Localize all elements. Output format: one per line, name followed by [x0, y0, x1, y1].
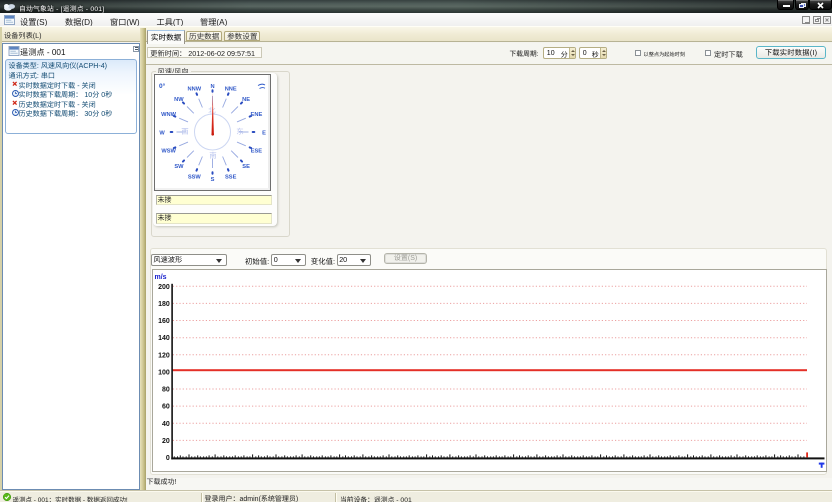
- svg-text:S: S: [211, 177, 215, 183]
- svg-text:NNW: NNW: [188, 87, 202, 93]
- svg-text:ESE: ESE: [251, 149, 263, 155]
- svg-text:20: 20: [162, 438, 170, 445]
- svg-text:WNW: WNW: [161, 112, 176, 118]
- svg-text:120: 120: [158, 352, 170, 359]
- svg-text:180: 180: [158, 301, 170, 308]
- svg-text:140: 140: [158, 335, 170, 342]
- svg-text:40: 40: [162, 420, 170, 427]
- svg-text:SE: SE: [242, 164, 250, 170]
- svg-text:NW: NW: [174, 97, 184, 103]
- svg-text:100: 100: [158, 369, 170, 376]
- svg-text:东: 东: [236, 127, 243, 136]
- svg-text:m/s: m/s: [155, 274, 167, 281]
- svg-text:0: 0: [166, 455, 170, 462]
- svg-text:60: 60: [162, 403, 170, 410]
- svg-text:160: 160: [158, 318, 170, 325]
- svg-text:E: E: [262, 130, 266, 136]
- svg-text:西: 西: [181, 127, 188, 136]
- svg-text:W: W: [159, 130, 165, 136]
- svg-text:WSW: WSW: [161, 149, 176, 155]
- svg-text:NE: NE: [242, 97, 250, 103]
- svg-text:NNE: NNE: [225, 87, 237, 93]
- svg-text:80: 80: [162, 386, 170, 393]
- svg-text:N: N: [210, 84, 214, 90]
- svg-text:SSE: SSE: [225, 174, 237, 180]
- svg-text:200: 200: [158, 283, 170, 290]
- svg-text:ENE: ENE: [251, 112, 263, 118]
- svg-text:0°: 0°: [159, 82, 166, 90]
- svg-text:SSW: SSW: [188, 174, 202, 180]
- svg-text:南: 南: [209, 151, 216, 160]
- svg-text:SW: SW: [174, 164, 184, 170]
